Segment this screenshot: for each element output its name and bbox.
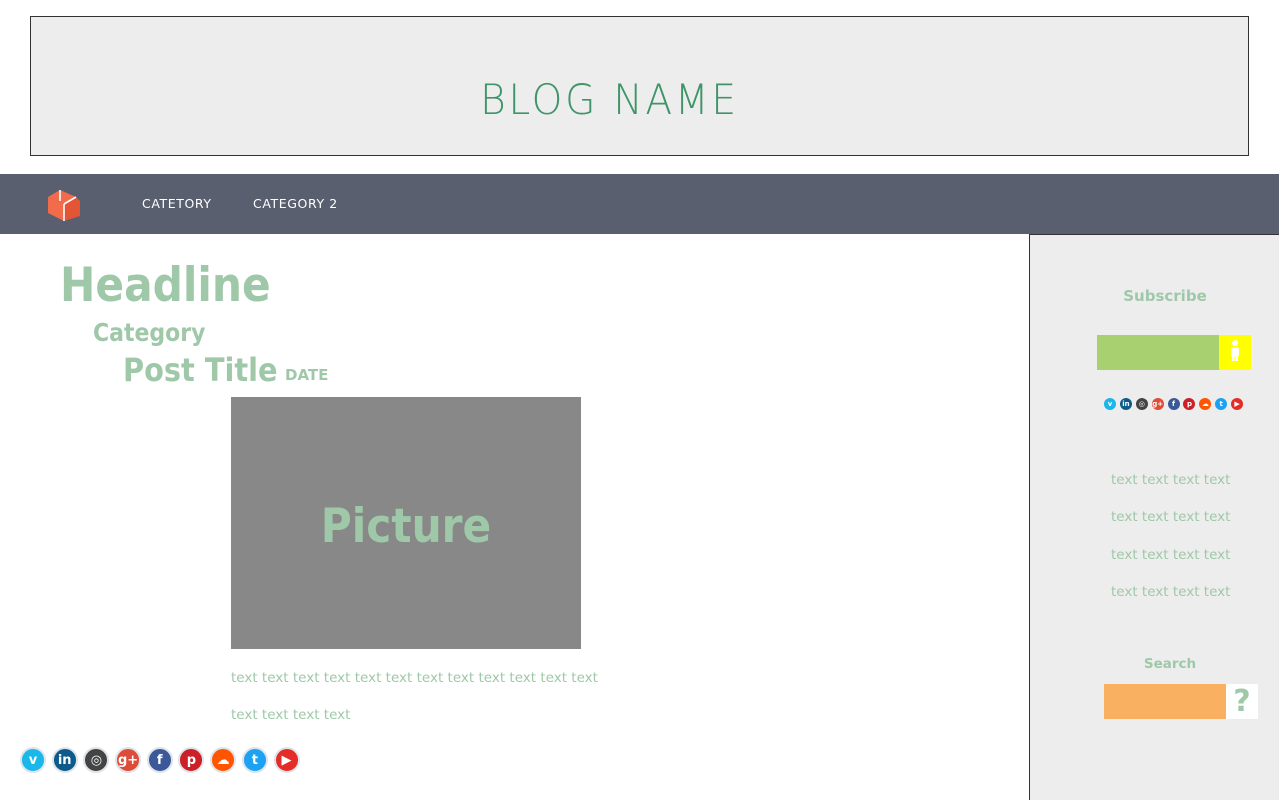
post-body-line: text text text text text text text text … xyxy=(231,670,598,686)
social-icons-row: v in ◎ g+ f p ☁ t ▶ xyxy=(20,747,305,773)
facebook-icon[interactable]: f xyxy=(1167,398,1180,410)
google-plus-icon[interactable]: g+ xyxy=(115,747,142,773)
vimeo-icon[interactable]: v xyxy=(20,747,46,773)
sidebar-text-line: text text text text xyxy=(1111,584,1231,600)
youtube-icon[interactable]: ▶ xyxy=(273,747,300,773)
soundcloud-icon[interactable]: ☁ xyxy=(210,747,237,773)
person-icon xyxy=(1229,339,1241,367)
subscribe-input[interactable] xyxy=(1097,335,1219,370)
post-title[interactable]: Post Title xyxy=(123,354,278,386)
twitter-icon[interactable]: t xyxy=(241,747,268,773)
twitter-icon[interactable]: t xyxy=(1215,398,1228,410)
question-mark-icon: ? xyxy=(1233,683,1251,719)
soundcloud-icon[interactable]: ☁ xyxy=(1199,398,1212,410)
box-icon[interactable] xyxy=(46,187,82,223)
navbar: CATETORY CATEGORY 2 xyxy=(0,174,1279,234)
search-heading: Search xyxy=(1143,656,1197,672)
nav-item-category-2[interactable]: CATEGORY 2 xyxy=(253,197,338,211)
linkedin-icon[interactable]: in xyxy=(1119,398,1132,410)
vimeo-icon[interactable]: v xyxy=(1104,398,1116,410)
pinterest-icon[interactable]: p xyxy=(1183,398,1196,410)
sidebar-text-line: text text text text xyxy=(1111,472,1231,488)
picture-label: Picture xyxy=(320,499,492,554)
post-category[interactable]: Category xyxy=(93,320,205,345)
blog-header: BLOG NAME xyxy=(30,16,1249,156)
sidebar-text-line: text text text text xyxy=(1111,509,1231,525)
instagram-icon[interactable]: ◎ xyxy=(1135,398,1148,410)
post-date: DATE xyxy=(285,366,329,384)
post-body-line: text text text text xyxy=(231,707,351,723)
instagram-icon[interactable]: ◎ xyxy=(83,747,110,773)
pinterest-icon[interactable]: p xyxy=(178,747,205,773)
search-button[interactable]: ? xyxy=(1226,684,1258,719)
youtube-icon[interactable]: ▶ xyxy=(1231,398,1244,410)
google-plus-icon[interactable]: g+ xyxy=(1151,398,1164,410)
subscribe-button[interactable] xyxy=(1219,335,1251,370)
headline[interactable]: Headline xyxy=(60,262,271,309)
subscribe-heading: Subscribe xyxy=(1123,287,1207,305)
post-picture: Picture xyxy=(231,397,581,649)
facebook-icon[interactable]: f xyxy=(146,747,173,773)
sidebar-social-icons-row: v in ◎ g+ f p ☁ t ▶ xyxy=(1104,398,1247,410)
linkedin-icon[interactable]: in xyxy=(51,747,78,773)
search-input[interactable] xyxy=(1104,684,1226,719)
nav-item-catetory[interactable]: CATETORY xyxy=(142,197,212,211)
blog-name[interactable]: BLOG NAME xyxy=(44,79,1176,121)
sidebar-text-line: text text text text xyxy=(1111,547,1231,563)
